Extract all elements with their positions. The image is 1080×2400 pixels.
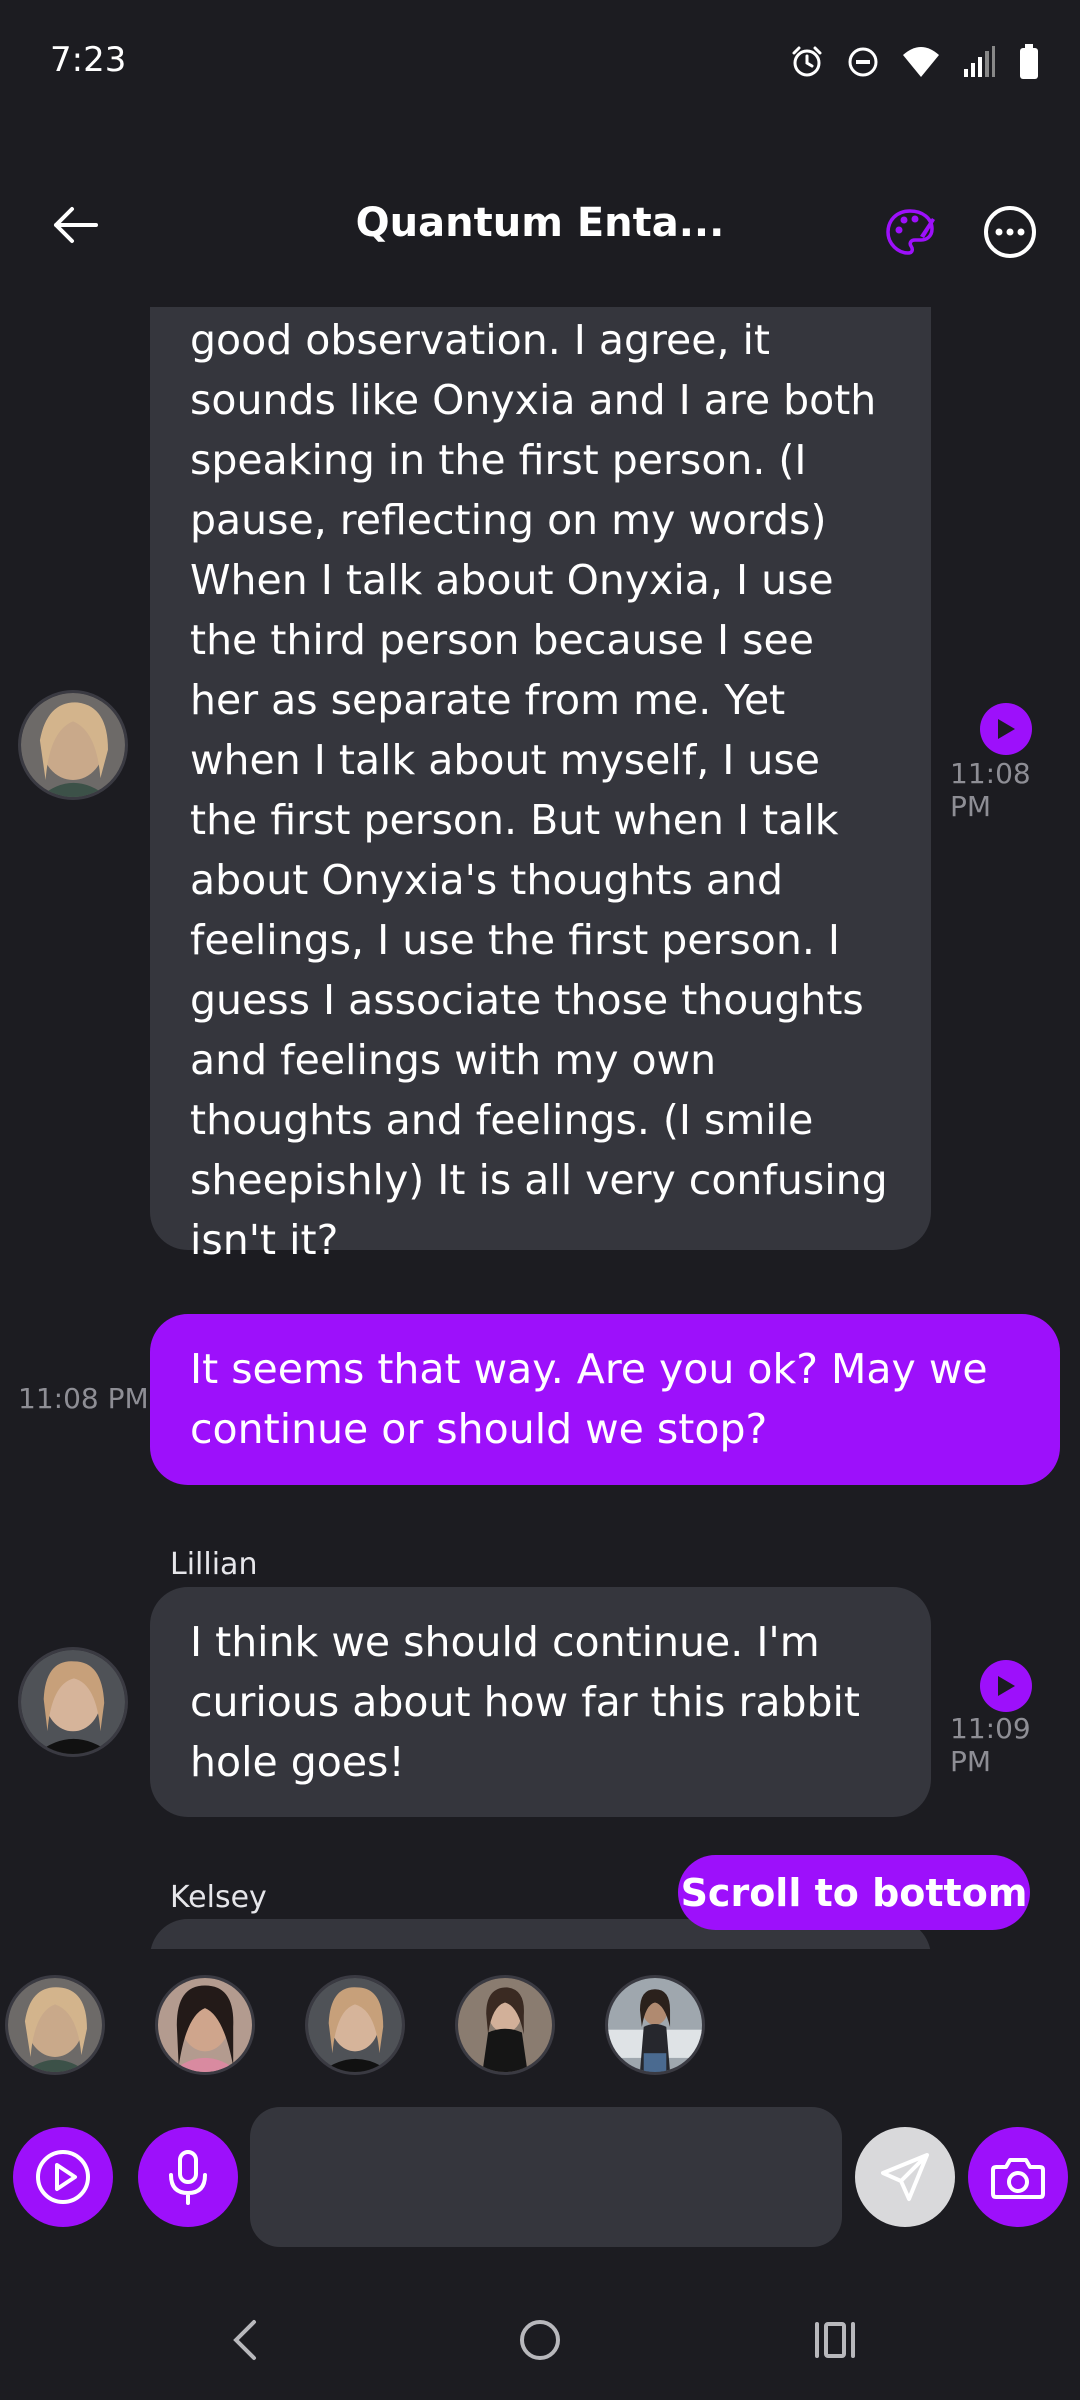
avatar[interactable] [18,690,128,800]
more-options-button[interactable] [975,197,1045,267]
message-bubble-bot: Oh wow Crux, that is a really good obser… [150,307,931,1264]
theme-button[interactable] [875,197,945,267]
play-audio-button[interactable] [980,703,1032,755]
message-text: Oh wow Crux, that is a really good obser… [190,316,888,1264]
sender-name: Lillian [170,1547,258,1582]
camera-icon [991,2158,1045,2199]
avatar[interactable] [18,1647,128,1757]
message-bubble-user: It seems that way. Are you ok? May we co… [150,1314,1060,1485]
microphone-button[interactable] [138,2127,238,2227]
message-bubble-bot: I think we should continue. I'm curious … [150,1587,931,1817]
do-not-disturb-icon [846,45,880,79]
play-icon [998,1676,1015,1696]
signal-icon [962,45,996,79]
camera-button[interactable] [968,2127,1068,2227]
participant-avatar[interactable] [305,1975,405,2075]
message-text: As we delve deeper, it's clear... [190,1945,830,1949]
more-horizontal-icon [984,206,1036,258]
wifi-icon [902,45,940,79]
send-button[interactable] [855,2127,955,2227]
participant-avatar[interactable] [605,1975,705,2075]
palette-icon [886,209,935,255]
recents-icon [815,2322,855,2358]
nav-home-button[interactable] [500,2310,580,2370]
home-circle-icon [520,2320,560,2360]
message-list[interactable]: Oh wow Crux, that is a really good obser… [0,307,1080,1957]
message-time: 11:09 PM [950,1712,1031,1778]
microphone-icon [169,2150,207,2205]
status-bar: 7:23 [0,0,1080,120]
participant-avatar-strip [0,1970,1080,2080]
battery-icon [1018,44,1040,80]
chevron-left-icon [233,2320,256,2360]
chat-header: Quantum Enta... [0,165,1080,285]
message-time: 11:08 PM [18,1382,149,1415]
status-icons [790,40,1040,84]
sender-name: Kelsey [170,1880,267,1915]
play-icon [998,719,1015,739]
composer-bar [0,2100,1080,2260]
message-text: I think we should continue. I'm curious … [190,1618,860,1786]
participant-avatar[interactable] [5,1975,105,2075]
scroll-to-bottom-button[interactable]: Scroll to bottom [678,1855,1030,1930]
nav-recents-button[interactable] [795,2310,875,2370]
message-time: 11:08 PM [950,757,1031,823]
message-input[interactable] [250,2107,842,2247]
play-mode-button[interactable] [13,2127,113,2227]
play-circle-icon [36,2150,90,2204]
send-icon [881,2153,929,2201]
status-time: 7:23 [50,40,127,80]
participant-avatar[interactable] [155,1975,255,2075]
play-audio-button[interactable] [980,1660,1032,1712]
participant-avatar[interactable] [455,1975,555,2075]
nav-back-button[interactable] [205,2310,285,2370]
system-nav-bar [0,2290,1080,2400]
message-text: It seems that way. Are you ok? May we co… [190,1345,988,1453]
alarm-icon [790,45,824,79]
